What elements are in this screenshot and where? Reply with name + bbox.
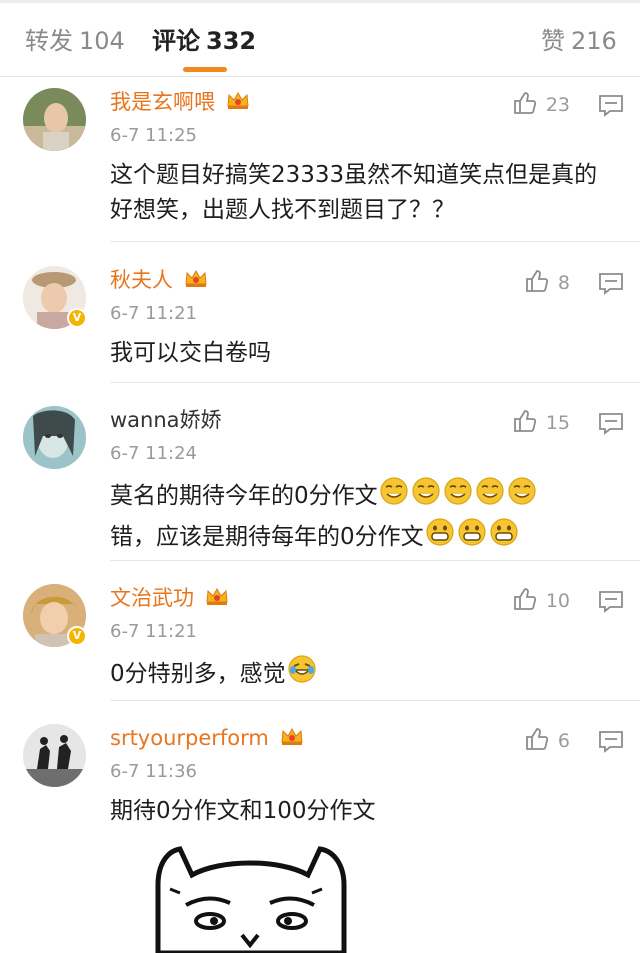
comment-reply-icon — [598, 95, 624, 122]
comment-line: 错，应该是期待每年的0分作文 — [110, 517, 620, 558]
comment-text: 期待0分作文和100分作文 — [110, 798, 376, 824]
comment-item: srtyourperform 6-7 11:36 6 期待0分作文和100分作文 — [0, 720, 640, 840]
comment-author[interactable]: srtyourperform — [110, 724, 304, 753]
comment-reply-icon — [598, 731, 624, 758]
crown-icon — [280, 725, 304, 753]
tab-repost[interactable]: 转发 104 — [25, 25, 125, 57]
comment-text: 0分特别多，感觉 — [110, 654, 620, 695]
comment-line: 莫名的期待今年的0分作文 — [110, 476, 620, 517]
reply-button[interactable] — [598, 590, 624, 618]
like-count: 8 — [557, 272, 570, 294]
comment-item: wanna娇娇 6-7 11:24 15 莫名的期待今年的0分作文 错，应该是期… — [0, 402, 640, 562]
like-count: 15 — [545, 412, 570, 434]
thumbs-up-icon — [524, 726, 550, 757]
grin-emoji-icon — [425, 517, 455, 558]
comment-author[interactable]: 文治武功 — [110, 584, 229, 613]
tab-likes-label: 赞 — [541, 27, 565, 55]
active-tab-indicator — [183, 67, 227, 72]
like-button[interactable]: 15 — [512, 408, 570, 438]
author-name: srtyourperform — [110, 726, 269, 750]
tab-likes[interactable]: 赞 216 — [541, 25, 617, 57]
verified-badge-icon: V — [67, 626, 87, 646]
smirk-emoji-icon — [379, 476, 409, 517]
thumbs-up-icon — [512, 408, 538, 439]
tab-comments[interactable]: 评论 332 — [152, 25, 256, 57]
tab-comments-count: 332 — [206, 27, 257, 55]
author-name: 秋夫人 — [110, 268, 173, 292]
comment-reply-icon — [598, 591, 624, 618]
comment-line-text: 0分特别多，感觉 — [110, 661, 286, 687]
avatar[interactable] — [23, 406, 86, 469]
grin-emoji-icon — [457, 517, 487, 558]
thumbs-up-icon — [524, 268, 550, 299]
grin-emoji-icon — [489, 517, 519, 558]
laugh-cry-emoji-icon — [287, 654, 317, 695]
reply-button[interactable] — [598, 412, 624, 440]
author-name: 我是玄啊喂 — [110, 90, 215, 114]
comment-line-text: 莫名的期待今年的0分作文 — [110, 483, 378, 509]
divider — [110, 700, 640, 701]
reply-button[interactable] — [598, 272, 624, 300]
like-button[interactable]: 10 — [512, 586, 570, 616]
meme-sticker-image — [150, 845, 350, 953]
tab-comments-label: 评论 — [152, 27, 200, 55]
smirk-emoji-icon — [475, 476, 505, 517]
avatar[interactable] — [23, 724, 86, 787]
crown-icon — [184, 267, 208, 295]
comment-author[interactable]: wanna娇娇 — [110, 406, 222, 434]
comment-text: 这个题目好搞笑23333虽然不知道笑点但是真的好想笑，出题人找不到题目了？？ — [110, 162, 598, 223]
comment-author[interactable]: 我是玄啊喂 — [110, 88, 250, 117]
reply-button[interactable] — [598, 730, 624, 758]
divider — [110, 241, 640, 242]
tab-repost-count: 104 — [79, 27, 125, 55]
smirk-emoji-icon — [443, 476, 473, 517]
tab-repost-label: 转发 — [25, 27, 73, 55]
comment-time: 6-7 11:21 — [110, 621, 197, 642]
comment-reply-icon — [598, 273, 624, 300]
divider — [110, 560, 640, 561]
smirk-emoji-icon — [411, 476, 441, 517]
like-button[interactable]: 23 — [512, 90, 570, 120]
tab-bar: 转发 104 评论 332 赞 216 — [0, 3, 640, 77]
comment-reply-icon — [598, 413, 624, 440]
thumbs-up-icon — [512, 90, 538, 121]
author-name: wanna娇娇 — [110, 408, 222, 432]
thumbs-up-icon — [512, 586, 538, 617]
comment-text: 莫名的期待今年的0分作文 错，应该是期待每年的0分作文 — [110, 476, 620, 558]
comment-time: 6-7 11:36 — [110, 761, 197, 782]
comment-text: 我可以交白卷吗 — [110, 340, 271, 366]
tab-likes-count: 216 — [571, 27, 617, 55]
comment-time: 6-7 11:24 — [110, 443, 197, 464]
comment-time: 6-7 11:25 — [110, 125, 197, 146]
comment-item: 我是玄啊喂 6-7 11:25 23 这个题目好搞笑23333虽然不知道笑点但是… — [0, 84, 640, 244]
comment-time: 6-7 11:21 — [110, 303, 197, 324]
smirk-emoji-icon — [507, 476, 537, 517]
comment-item: V 秋夫人 6-7 11:21 8 我可以交白卷吗 — [0, 262, 640, 383]
verified-badge-icon: V — [67, 308, 87, 328]
reply-button[interactable] — [598, 94, 624, 122]
like-count: 10 — [545, 590, 570, 612]
like-button[interactable]: 8 — [524, 268, 570, 298]
author-name: 文治武功 — [110, 586, 194, 610]
like-button[interactable]: 6 — [524, 726, 570, 756]
comment-line-text: 错，应该是期待每年的0分作文 — [110, 524, 424, 550]
avatar[interactable] — [23, 88, 86, 151]
crown-icon — [226, 89, 250, 117]
comment-item: V 文治武功 6-7 11:21 10 0分特别多，感觉 — [0, 580, 640, 701]
like-count: 6 — [557, 730, 570, 752]
comment-author[interactable]: 秋夫人 — [110, 266, 208, 295]
like-count: 23 — [545, 94, 570, 116]
crown-icon — [205, 585, 229, 613]
divider — [110, 382, 640, 383]
